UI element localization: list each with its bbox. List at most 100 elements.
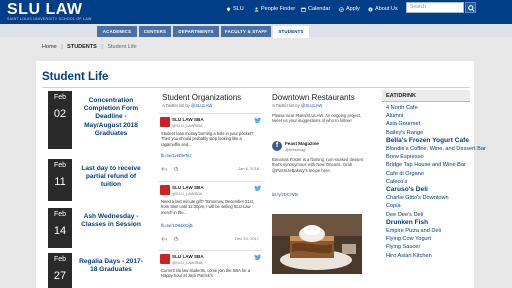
sidebar-item[interactable]: Alumni (386, 112, 470, 120)
people-icon (254, 7, 259, 11)
event-month: Feb (53, 256, 67, 263)
event-item[interactable]: Feb 27 Regalia Days - 2017-18 Graduates (48, 253, 144, 288)
sidebar-item[interactable]: Copia (386, 202, 470, 210)
tweet-text: Need a last minute gift? Tomorrow, Decem… (161, 199, 254, 215)
tweet-card[interactable]: SLU LAW SBA @SLU_LAWSBA Student loan mon… (158, 113, 262, 175)
tweet-handle[interactable]: @SLU_LAWSBA (172, 191, 203, 196)
utility-label: Calendar (308, 6, 331, 12)
sidebar-item[interactable]: Bella's Frozen Yogurt Cafe (386, 137, 470, 145)
sidebar-item[interactable]: Charlie Gitto's Downtown (386, 194, 470, 202)
tweet-author[interactable]: SLU LAW SBA (172, 254, 204, 259)
event-title[interactable]: Regalia Days - 2017-18 Graduates (76, 258, 146, 274)
tweet-handle[interactable]: @SLU_LAWSBA (172, 260, 203, 265)
sidebar-list: 4 North Cafe Alumni Asia Gourmet Bailey's R… (386, 104, 486, 260)
avatar[interactable] (160, 185, 170, 195)
utility-link-calendar[interactable]: Calendar (301, 4, 330, 14)
sidebar-item[interactable]: Asia Gourmet (386, 120, 470, 128)
tweet-actions: Jan 6, 2018 (161, 166, 261, 172)
sidebar-item[interactable]: Flying Saucer (386, 243, 470, 251)
sidebar-item[interactable]: Flying Cow Yogurt (386, 235, 470, 243)
sidebar-item[interactable]: Hiro Asian Kitchen (386, 252, 470, 260)
search-input[interactable]: Search (406, 2, 464, 13)
tweet-card[interactable]: SLU LAW SBA @SLU_LAWSBA Need a last minu… (158, 181, 262, 245)
utility-label: People Finder (261, 6, 296, 12)
twitter-bird-icon (254, 185, 261, 191)
site-logo-subtitle: SAINT LOUIS UNIVERSITY SCHOOL OF LAW (7, 17, 92, 21)
tweet-date[interactable]: Dec 20, 2017 (235, 236, 259, 241)
sidebar-item[interactable]: Bridge Tap House and Wine Bar (386, 161, 470, 169)
tweet-handle[interactable]: @SLU_LAWSBA (172, 123, 203, 128)
event-month: Feb (53, 94, 67, 101)
breadcrumb-students[interactable]: STUDENTS (67, 44, 97, 50)
breadcrumb-separator: | (61, 44, 63, 50)
info-icon (368, 7, 373, 11)
tweet-card[interactable]: SLU LAW SBA @SLU_LAWSBA Current slu law … (158, 250, 262, 288)
utility-link-apply[interactable]: Apply (339, 4, 360, 14)
event-title[interactable]: Ash Wednesday - Classes in Session (76, 213, 146, 229)
twitter-list-link[interactable]: @SLULAW (301, 103, 322, 108)
utility-link-about-us[interactable]: About Us (368, 4, 398, 14)
tab-departments[interactable]: DEPARTMENTS (173, 26, 219, 37)
event-day: 02 (53, 108, 67, 120)
sidebar-item[interactable]: Cafe di Organo (386, 170, 470, 178)
tweet-link[interactable]: bit.ly/2DC7V5r (272, 192, 298, 197)
sidebar-item[interactable]: Caruso's Deli (386, 186, 470, 194)
reply-icon[interactable] (161, 236, 167, 242)
facebook-icon[interactable]: f (272, 141, 282, 151)
sidebar-item[interactable]: Bailey's Range (386, 129, 470, 137)
tweet-author[interactable]: Feast Magazine (285, 141, 319, 146)
page-root: SLU LAW SAINT LOUIS UNIVERSITY SCHOOL OF… (0, 0, 512, 288)
tweet-handle[interactable]: @feastmag (285, 147, 306, 152)
twitter-bird-icon (254, 254, 261, 260)
tweet-author[interactable]: SLU LAW SBA (172, 117, 204, 122)
breadcrumb-home[interactable]: Home (42, 44, 57, 50)
event-title[interactable]: Last day to receive partial refund of tu… (76, 165, 146, 190)
search-button[interactable] (465, 2, 476, 13)
event-title[interactable]: Concentration Completion Form Deadline -… (76, 97, 146, 138)
tab-academics[interactable]: ACADEMICS (97, 26, 137, 37)
tweet-link[interactable]: fb.me/1O8dXCijB (161, 223, 193, 228)
retweet-icon[interactable] (173, 236, 179, 242)
event-item[interactable]: Feb 11 Last day to receive partial refun… (48, 159, 144, 203)
event-date: Feb 27 (48, 253, 72, 288)
sidebar-heading: EAT/DRINK (382, 90, 470, 102)
avatar[interactable] (160, 117, 170, 127)
twitter-list-link[interactable]: @SLULAW (191, 103, 212, 108)
reply-icon[interactable] (161, 166, 167, 172)
avatar[interactable] (160, 254, 170, 264)
page-title: Student Life (42, 71, 109, 83)
event-day: 27 (53, 270, 67, 282)
dessert-image (272, 214, 362, 274)
utility-label: Apply (346, 6, 360, 12)
bananas-foster-photo[interactable] (272, 214, 362, 274)
organizations-subtitle: A Twitter list by @SLULAW (162, 103, 212, 108)
tab-centers[interactable]: CENTERS (139, 26, 171, 37)
sidebar-item[interactable]: Drunken Fish (386, 219, 470, 227)
tweet-author[interactable]: SLU LAW SBA (172, 185, 204, 190)
sidebar-item[interactable]: Empire Pizza and Deli (386, 227, 470, 235)
organizations-heading: Student Organizations (162, 93, 242, 102)
sidebar-item[interactable]: Blondie's Coffee, Wine, and Dessert Bar (386, 145, 486, 153)
tab-faculty-staff[interactable]: FACULTY & STAFF (221, 26, 271, 37)
sidebar-item[interactable]: Caleco's (386, 178, 470, 186)
utility-label: SLU (233, 6, 244, 12)
tweet-link[interactable]: fb.me/1veDleTez (161, 153, 192, 158)
tweet-text: Current slu law students, come join the … (161, 268, 250, 279)
sidebar-item[interactable]: Brew Espresso (386, 153, 470, 161)
site-logo[interactable]: SLU LAW (7, 1, 83, 18)
sidebar-item[interactable]: 4 North Cafe (386, 104, 470, 112)
restaurants-subtitle: A Twitter list by @SLULAW (272, 103, 322, 108)
event-item[interactable]: Feb 14 Ash Wednesday - Classes in Sessio… (48, 208, 144, 248)
event-date: Feb 02 (48, 91, 72, 149)
tweet-actions: Dec 20, 2017 (161, 236, 261, 242)
utility-link-slu[interactable]: SLU (226, 4, 244, 14)
eat-drink-sidebar: EAT/DRINK 4 North Cafe Alumni Asia Gourmet… (382, 90, 486, 288)
tab-students[interactable]: STUDENTS (273, 26, 309, 38)
retweet-icon[interactable] (173, 166, 179, 172)
title-divider (42, 87, 470, 88)
site-header: SLU LAW SAINT LOUIS UNIVERSITY SCHOOL OF… (0, 0, 512, 24)
event-item[interactable]: Feb 02 Concentration Completion Form Dea… (48, 91, 144, 153)
sidebar-item[interactable]: Dee Dee's Deli (386, 211, 470, 219)
tweet-date[interactable]: Jan 6, 2018 (238, 166, 259, 171)
utility-link-people-finder[interactable]: People Finder (254, 4, 295, 14)
